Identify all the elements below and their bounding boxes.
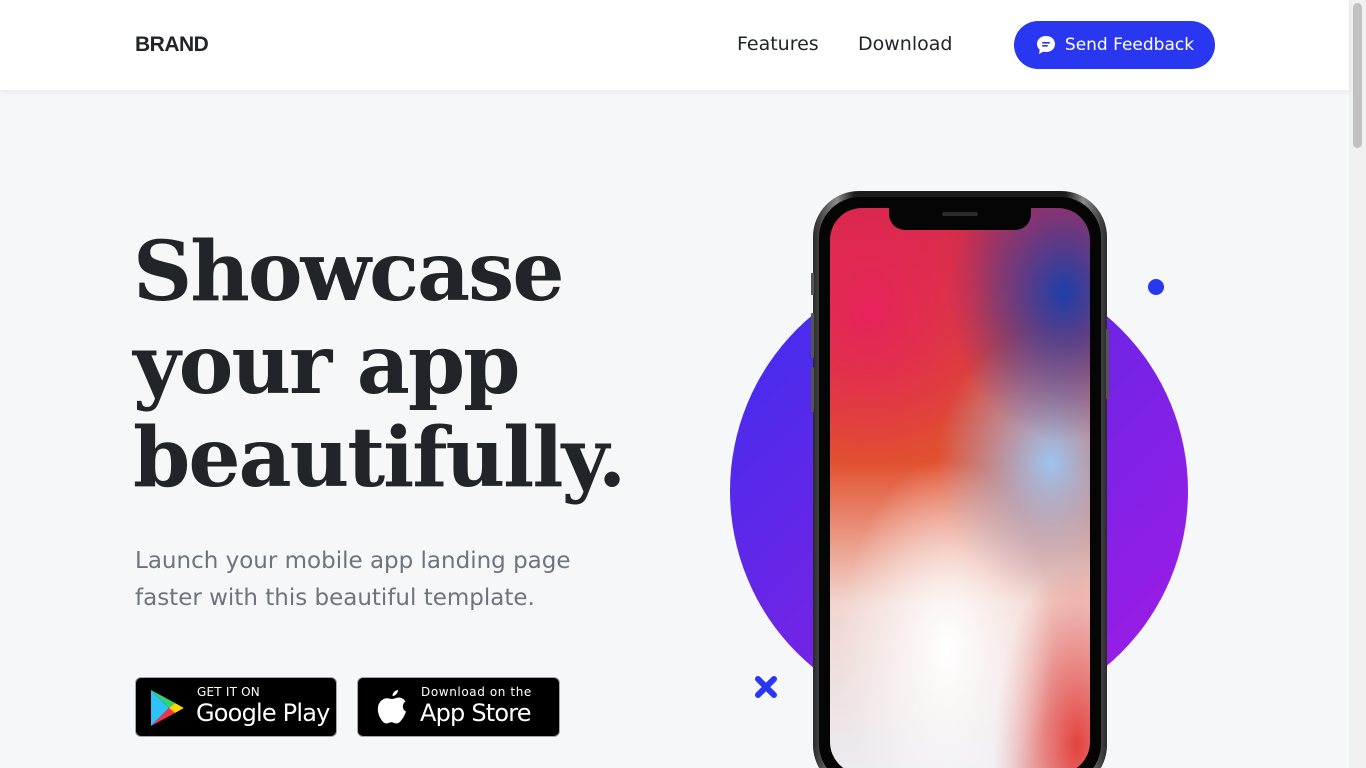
brand-logo[interactable]: BRAND bbox=[135, 33, 209, 57]
phone-volume-down bbox=[811, 367, 814, 412]
dot-decoration bbox=[1148, 279, 1164, 295]
phone-volume-up bbox=[811, 313, 814, 358]
nav-link-download[interactable]: Download bbox=[858, 33, 952, 55]
hero-title-line-3: beautifully. bbox=[133, 410, 626, 506]
phone-mockup bbox=[811, 191, 1109, 768]
chat-bubble-icon bbox=[1035, 34, 1057, 56]
send-feedback-button[interactable]: Send Feedback bbox=[1014, 21, 1215, 69]
phone-bezel bbox=[819, 197, 1101, 768]
scrollbar-thumb[interactable] bbox=[1353, 3, 1362, 148]
hero-title-line-1: Showcase bbox=[133, 224, 565, 320]
hero-subtitle: Launch your mobile app landing page fast… bbox=[135, 548, 571, 611]
google-play-big-text: Google Play bbox=[196, 699, 330, 727]
phone-mute-switch bbox=[811, 273, 814, 295]
apple-icon bbox=[375, 687, 409, 731]
cross-icon bbox=[754, 675, 778, 699]
send-feedback-label: Send Feedback bbox=[1064, 35, 1195, 55]
app-store-badge[interactable]: Download on the App Store bbox=[357, 677, 560, 737]
phone-speaker bbox=[942, 212, 978, 216]
app-store-big-text: App Store bbox=[420, 699, 532, 727]
hero-title-line-2: your app bbox=[133, 317, 521, 413]
page-scrollbar[interactable] bbox=[1349, 0, 1366, 768]
navbar: BRAND Features Download Send Feedback bbox=[0, 0, 1349, 90]
phone-notch bbox=[889, 208, 1031, 230]
google-play-small-text: GET IT ON bbox=[197, 685, 260, 699]
google-play-badge[interactable]: GET IT ON Google Play bbox=[135, 677, 337, 737]
phone-screen-wallpaper bbox=[830, 208, 1090, 768]
phone-power-button bbox=[1106, 329, 1109, 399]
hero-title: Showcase your app beautifully. bbox=[133, 226, 693, 505]
nav-link-features[interactable]: Features bbox=[737, 33, 819, 55]
app-store-small-text: Download on the bbox=[421, 685, 532, 699]
google-play-icon bbox=[149, 689, 185, 731]
